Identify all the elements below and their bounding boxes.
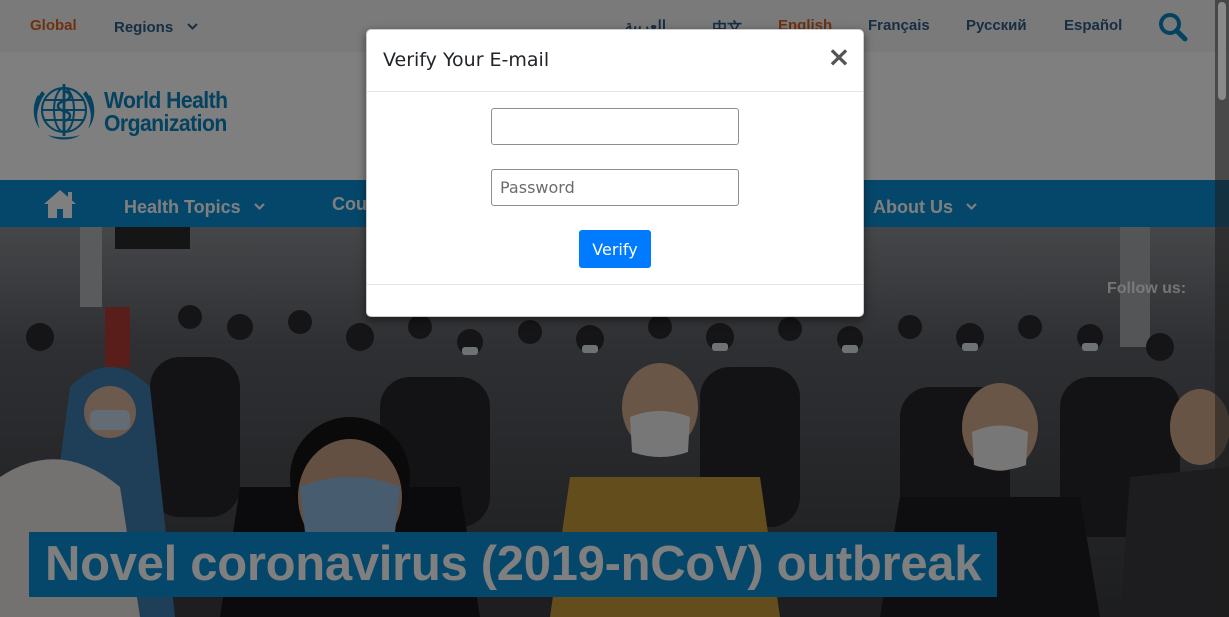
modal-title: Verify Your E-mail: [383, 49, 550, 71]
close-icon[interactable]: ×: [827, 42, 851, 72]
password-field[interactable]: [491, 169, 739, 206]
scrollbar-thumb[interactable]: [1218, 2, 1226, 100]
page-scrollbar[interactable]: [1215, 0, 1229, 617]
verify-button[interactable]: Verify: [579, 230, 651, 268]
modal-header: Verify Your E-mail ×: [367, 30, 863, 92]
email-field[interactable]: [491, 108, 739, 145]
modal-footer: [367, 284, 863, 316]
verify-email-modal: Verify Your E-mail × Verify: [366, 29, 864, 317]
